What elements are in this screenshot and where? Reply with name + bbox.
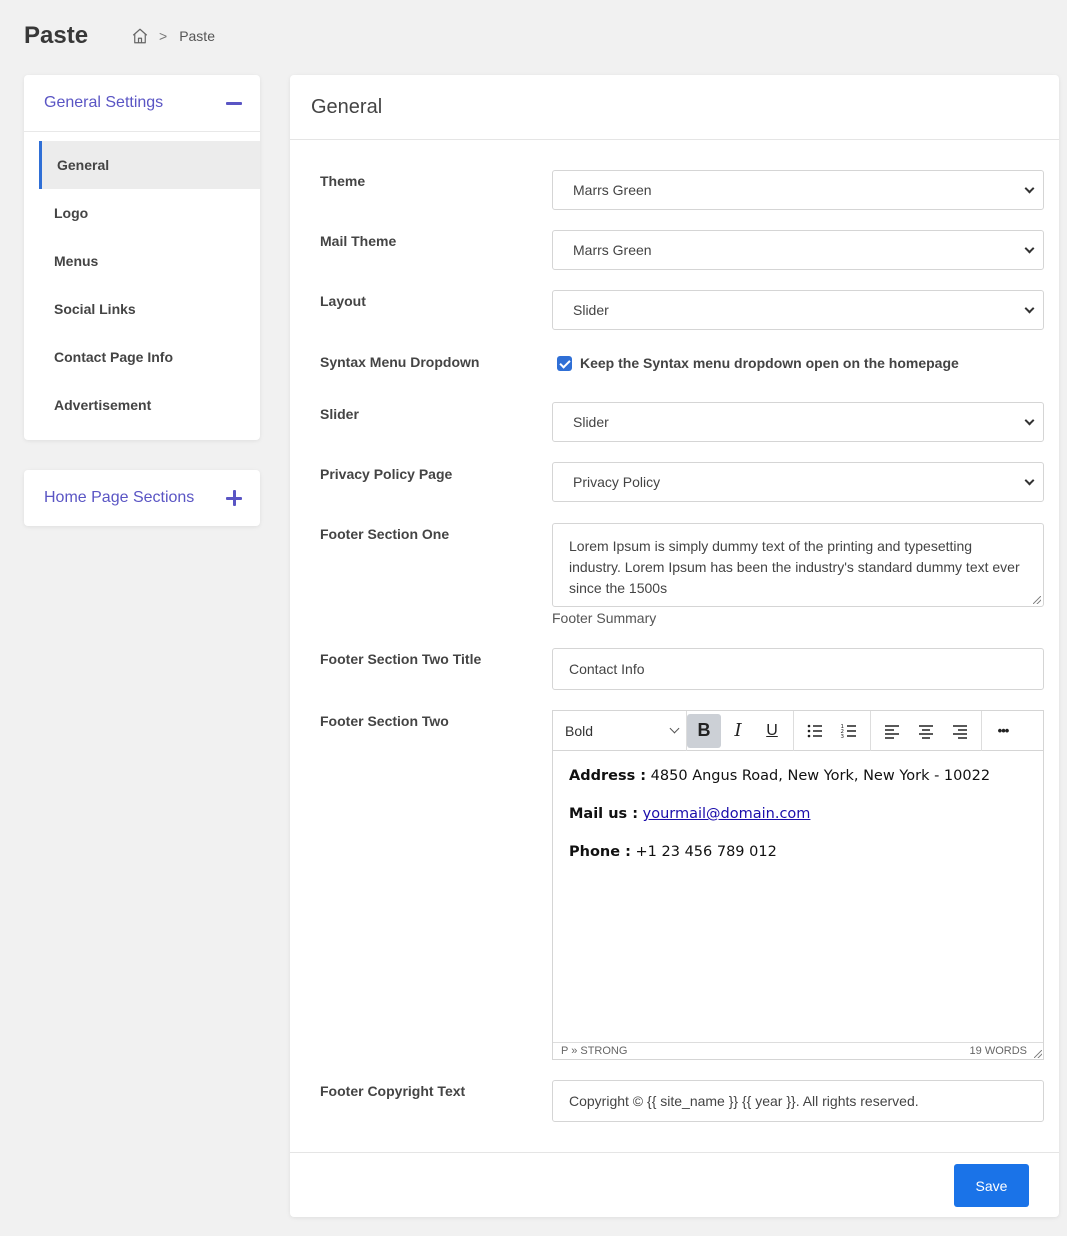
slider-select[interactable]: Slider (552, 402, 1044, 442)
resize-handle-icon[interactable] (1034, 1050, 1042, 1058)
mail-theme-select[interactable]: Marrs Green (552, 230, 1044, 270)
address-label: Address : (569, 768, 647, 784)
syntax-menu-label: Syntax Menu Dropdown (320, 354, 480, 370)
sidebar-item-label: Menus (54, 253, 99, 269)
rich-text-editor[interactable]: Bold B I U 123 ••• Address: 4850 Angus … (552, 710, 1044, 1060)
sidebar-item-social-links[interactable]: Social Links (24, 285, 260, 333)
privacy-policy-select[interactable]: Privacy Policy (552, 462, 1044, 502)
settings-nav: General Logo Menus Social Links Contact … (24, 132, 260, 429)
address-line: Address : 4850 Angus Road, New York, New… (569, 767, 1027, 785)
bold-button[interactable]: B (687, 713, 721, 748)
footer-two-title-value: Contact Info (569, 661, 645, 677)
form-footer-divider (290, 1152, 1059, 1153)
page-title: Paste (24, 22, 89, 49)
expand-icon[interactable] (226, 490, 242, 506)
align-center-icon[interactable] (909, 714, 943, 748)
copyright-value: Copyright © {{ site_name }} {{ year }}. … (569, 1093, 919, 1109)
footer-section-two-label: Footer Section Two (320, 713, 449, 729)
more-options-icon[interactable]: ••• (986, 714, 1020, 748)
collapse-icon[interactable] (226, 101, 242, 105)
underline-button[interactable]: U (755, 714, 789, 748)
sidebar-item-label: Advertisement (54, 397, 152, 413)
syntax-menu-checkbox-row[interactable]: Keep the Syntax menu dropdown open on th… (557, 355, 959, 371)
privacy-policy-value: Privacy Policy (573, 474, 661, 490)
align-group (871, 710, 982, 751)
sidebar-item-logo[interactable]: Logo (24, 189, 260, 237)
list-group: 123 (794, 710, 871, 751)
address-value: 4850 Angus Road, New York, New York - 10… (646, 768, 991, 784)
phone-line: Phone : +1 23 456 789 012 (569, 843, 1027, 861)
breadcrumb-current: Paste (179, 28, 215, 44)
chevron-down-icon (1024, 475, 1035, 485)
footer-two-title-input[interactable]: Contact Info (552, 648, 1044, 690)
layout-select[interactable]: Slider (552, 290, 1044, 330)
home-page-sections-title: Home Page Sections (44, 489, 195, 506)
editor-toolbar: Bold B I U 123 ••• (553, 710, 1043, 751)
copyright-input[interactable]: Copyright © {{ site_name }} {{ year }}. … (552, 1080, 1044, 1122)
sidebar-item-menus[interactable]: Menus (24, 237, 260, 285)
svg-text:3: 3 (841, 734, 845, 740)
breadcrumb: > Paste (131, 27, 215, 45)
numbered-list-icon[interactable]: 123 (832, 714, 866, 748)
chevron-down-icon (669, 723, 680, 734)
resize-handle-icon[interactable] (1033, 596, 1041, 604)
footer-section-one-label: Footer Section One (320, 526, 450, 542)
footer-summary-help: Footer Summary (552, 610, 657, 626)
slider-value: Slider (573, 414, 609, 430)
theme-select[interactable]: Marrs Green (552, 170, 1044, 210)
editor-content[interactable]: Address : 4850 Angus Road, New York, New… (553, 751, 1043, 861)
element-path[interactable]: P » STRONG (561, 1045, 627, 1057)
privacy-policy-label: Privacy Policy Page (320, 466, 453, 482)
more-group: ••• (982, 711, 1024, 751)
chevron-down-icon (1024, 415, 1035, 425)
mail-link[interactable]: yourmail@domain.com (643, 806, 811, 822)
align-left-icon[interactable] (875, 714, 909, 748)
layout-value: Slider (573, 302, 609, 318)
syntax-menu-checkbox-label: Keep the Syntax menu dropdown open on th… (580, 355, 959, 371)
sidebar-item-label: Social Links (54, 301, 136, 317)
sidebar-item-label: Contact Page Info (54, 349, 174, 365)
theme-label: Theme (320, 173, 366, 189)
sidebar-item-label: Logo (54, 205, 89, 221)
mail-line: Mail us : yourmail@domain.com (569, 805, 1027, 823)
footer-section-one-value: Lorem Ipsum is simply dummy text of the … (569, 538, 1020, 596)
sidebar-item-advertisement[interactable]: Advertisement (24, 381, 260, 429)
mail-theme-value: Marrs Green (573, 242, 652, 258)
align-right-icon[interactable] (943, 714, 977, 748)
breadcrumb-separator: > (159, 28, 168, 44)
sidebar-item-label: General (57, 157, 110, 173)
chevron-down-icon (1024, 303, 1035, 313)
general-settings-panel: General Settings General Logo Menus Soci… (24, 75, 260, 440)
phone-value: +1 23 456 789 012 (630, 844, 777, 860)
mail-label: Mail us : (569, 806, 639, 822)
form-title: General (290, 75, 1059, 140)
format-group: B I U (683, 710, 794, 751)
slider-label: Slider (320, 406, 359, 422)
layout-label: Layout (320, 293, 366, 309)
sidebar-item-general[interactable]: General (39, 141, 260, 189)
copyright-label: Footer Copyright Text (320, 1083, 466, 1099)
syntax-menu-checkbox[interactable] (557, 355, 572, 371)
general-settings-title: General Settings (44, 94, 164, 111)
footer-section-one-textarea[interactable]: Lorem Ipsum is simply dummy text of the … (552, 523, 1044, 607)
general-settings-header[interactable]: General Settings (24, 75, 260, 132)
home-page-sections-panel[interactable]: Home Page Sections (24, 470, 260, 526)
footer-two-title-label: Footer Section Two Title (320, 651, 482, 667)
theme-value: Marrs Green (573, 182, 652, 198)
general-settings-form: General Theme Marrs Green Mail Theme Mar… (290, 75, 1059, 1217)
editor-statusbar: P » STRONG 19 WORDS (553, 1042, 1043, 1059)
chevron-down-icon (1024, 183, 1035, 193)
italic-button[interactable]: I (721, 714, 755, 748)
bullet-list-icon[interactable] (798, 714, 832, 748)
block-format-value: Bold (565, 722, 594, 739)
mail-theme-label: Mail Theme (320, 233, 397, 249)
sidebar-item-contact-page-info[interactable]: Contact Page Info (24, 333, 260, 381)
save-button[interactable]: Save (954, 1164, 1029, 1207)
chevron-down-icon (1024, 243, 1035, 253)
phone-label: Phone : (569, 844, 631, 860)
word-count: 19 WORDS (969, 1045, 1027, 1057)
home-icon[interactable] (131, 27, 149, 45)
block-format-dropdown[interactable]: Bold (553, 710, 687, 751)
page-header: Paste (24, 20, 88, 52)
